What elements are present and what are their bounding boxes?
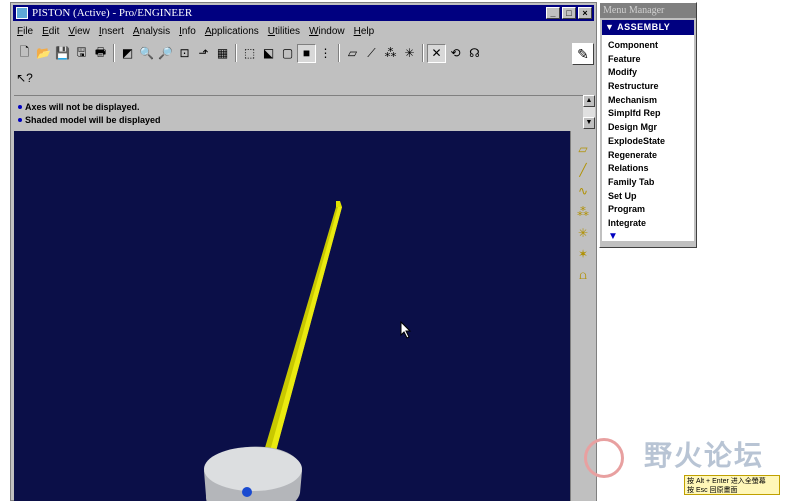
scroll-track[interactable] [583, 107, 595, 117]
wireframe-icon[interactable]: ⬚ [240, 44, 259, 63]
watermark: 野火论坛 按 Alt + Enter 进入全螢幕 按 Esc 回原畫面 [584, 434, 790, 496]
print-icon[interactable]: 🖶 [91, 44, 110, 63]
toolbar-separator [235, 44, 237, 62]
disc-top [204, 447, 302, 491]
main-toolbar: 🗋 📂 💾 🖫 🖶 ◩ 🔍 🔎 ⊡ ⬏ ▦ ⬚ ⬕ ▢ ■ ⋮ ▱ ⟋ ⁂ ✳ ✕ ⟲ ☊ [15, 42, 484, 64]
no-hidden-icon[interactable]: ▢ [278, 44, 297, 63]
datum-toolbar: ▱ ╱ ∿ ⁂ ✳ ✶ ⩍ [571, 131, 595, 291]
menu-utilities[interactable]: Utilities [268, 26, 300, 37]
menu-analysis[interactable]: Analysis [133, 26, 170, 37]
scroll-up-icon[interactable]: ▲ [583, 95, 595, 107]
message-scrollbar[interactable]: ▲ ▼ [583, 95, 595, 129]
spin-center-icon[interactable]: ✕ [427, 43, 446, 63]
zoom-out-icon[interactable]: 🔎 [156, 44, 175, 63]
context-help-icon[interactable]: ↖? [15, 69, 34, 88]
forum-logo-icon [584, 438, 624, 478]
menu-edit[interactable]: Edit [42, 26, 59, 37]
title-bar[interactable]: PISTON (Active) - Pro/ENGINEER _ □ × [13, 5, 594, 21]
datum-axis-tool-icon[interactable]: ╱ [574, 160, 592, 181]
mouse-cursor-icon [400, 321, 412, 339]
spin-icon[interactable]: ⟲ [446, 44, 465, 63]
watermark-text: 野火论坛 [644, 440, 765, 471]
datum-curve-tool-icon[interactable]: ∿ [574, 181, 592, 202]
menu-file[interactable]: File [17, 26, 33, 37]
open-icon[interactable]: 📂 [34, 44, 53, 63]
datum-point-tool-icon[interactable]: ⁂ [574, 202, 592, 223]
datum-points-icon[interactable]: ⁂ [381, 44, 400, 63]
datum-planes-icon[interactable]: ▱ [343, 44, 362, 63]
assembly-menu-list: Component Feature Modify Restructure Mechani… [602, 35, 694, 243]
menu-item-program[interactable]: Program [602, 203, 694, 217]
menu-item-set-up[interactable]: Set Up [602, 190, 694, 204]
menu-item-restructure[interactable]: Restructure [602, 80, 694, 94]
menu-manager-title[interactable]: Menu Manager [600, 3, 696, 18]
menu-applications[interactable]: Applications [205, 26, 259, 37]
menu-insert[interactable]: Insert [99, 26, 124, 37]
repaint-icon[interactable]: ◩ [118, 44, 137, 63]
menu-item-design-mgr[interactable]: Design Mgr [602, 121, 694, 135]
menu-item-feature[interactable]: Feature [602, 53, 694, 67]
help-toolbar: ↖? [15, 67, 34, 89]
message-line: Shaded model will be displayed [18, 113, 584, 126]
fullscreen-hint: 按 Alt + Enter 进入全螢幕 按 Esc 回原畫面 [684, 475, 780, 495]
save-copy-icon[interactable]: 🖫 [72, 44, 91, 63]
analysis-tool-icon[interactable]: ✶ [574, 244, 592, 265]
menu-item-modify[interactable]: Modify [602, 66, 694, 80]
maximize-button[interactable]: □ [562, 7, 576, 19]
desktop-background [698, 0, 794, 501]
more-items-icon[interactable]: ▼ [602, 231, 694, 243]
menu-item-component[interactable]: Component [602, 39, 694, 53]
new-icon[interactable]: 🗋 [15, 44, 34, 63]
menu-item-relations[interactable]: Relations [602, 162, 694, 176]
disc-hole [242, 487, 252, 497]
coord-sys-icon[interactable]: ✳ [400, 44, 419, 63]
menu-info[interactable]: Info [179, 26, 196, 37]
orient-icon[interactable]: ⬏ [194, 44, 213, 63]
graphics-viewport[interactable] [14, 131, 570, 501]
datum-axes-icon[interactable]: ⟋ [362, 44, 381, 63]
refit-icon[interactable]: ⊡ [175, 44, 194, 63]
menu-view[interactable]: View [68, 26, 90, 37]
bullet-icon [18, 104, 22, 109]
piston-model [204, 201, 342, 501]
menu-manager: Menu Manager ▼ ASSEMBLY Component Feature… [599, 2, 697, 248]
sketch-tool-button[interactable]: ✎ [572, 43, 594, 65]
menu-item-integrate[interactable]: Integrate [602, 217, 694, 231]
rod-tip [336, 201, 342, 207]
app-icon [16, 7, 28, 19]
menu-window[interactable]: Window [309, 26, 345, 37]
minimize-button[interactable]: _ [546, 7, 560, 19]
sensor-icon[interactable]: ☊ [465, 44, 484, 63]
coord-sys-tool-icon[interactable]: ✳ [574, 223, 592, 244]
menu-bar: File Edit View Insert Analysis Info Appl… [13, 22, 594, 40]
hidden-line-icon[interactable]: ⬕ [259, 44, 278, 63]
shading-icon[interactable]: ■ [297, 43, 316, 63]
bullet-icon [18, 117, 22, 122]
close-button[interactable]: × [578, 7, 592, 19]
menu-item-simplfd-rep[interactable]: Simplfd Rep [602, 107, 694, 121]
datum-plane-tool-icon[interactable]: ▱ [574, 139, 592, 160]
model-tree-icon[interactable]: ⋮ [316, 44, 335, 63]
zoom-in-icon[interactable]: 🔍 [137, 44, 156, 63]
rod-highlight [270, 207, 342, 451]
message-line: Axes will not be displayed. [18, 100, 584, 113]
assembly-menu-header[interactable]: ▼ ASSEMBLY [602, 20, 694, 35]
menu-item-family-tab[interactable]: Family Tab [602, 176, 694, 190]
window-title: PISTON (Active) - Pro/ENGINEER [32, 7, 193, 19]
save-icon[interactable]: 💾 [53, 44, 72, 63]
toolbar-separator [113, 44, 115, 62]
saved-views-icon[interactable]: ▦ [213, 44, 232, 63]
main-window: PISTON (Active) - Pro/ENGINEER _ □ × Fil… [10, 2, 597, 501]
menu-item-mechanism[interactable]: Mechanism [602, 94, 694, 108]
message-area: Axes will not be displayed. Shaded model… [14, 95, 584, 129]
eval-tool-icon[interactable]: ⩍ [574, 265, 592, 286]
toolbar-separator [422, 44, 424, 62]
menu-help[interactable]: Help [354, 26, 375, 37]
menu-item-explodestate[interactable]: ExplodeState [602, 135, 694, 149]
scroll-down-icon[interactable]: ▼ [583, 117, 595, 129]
menu-item-regenerate[interactable]: Regenerate [602, 149, 694, 163]
toolbar-separator [338, 44, 340, 62]
